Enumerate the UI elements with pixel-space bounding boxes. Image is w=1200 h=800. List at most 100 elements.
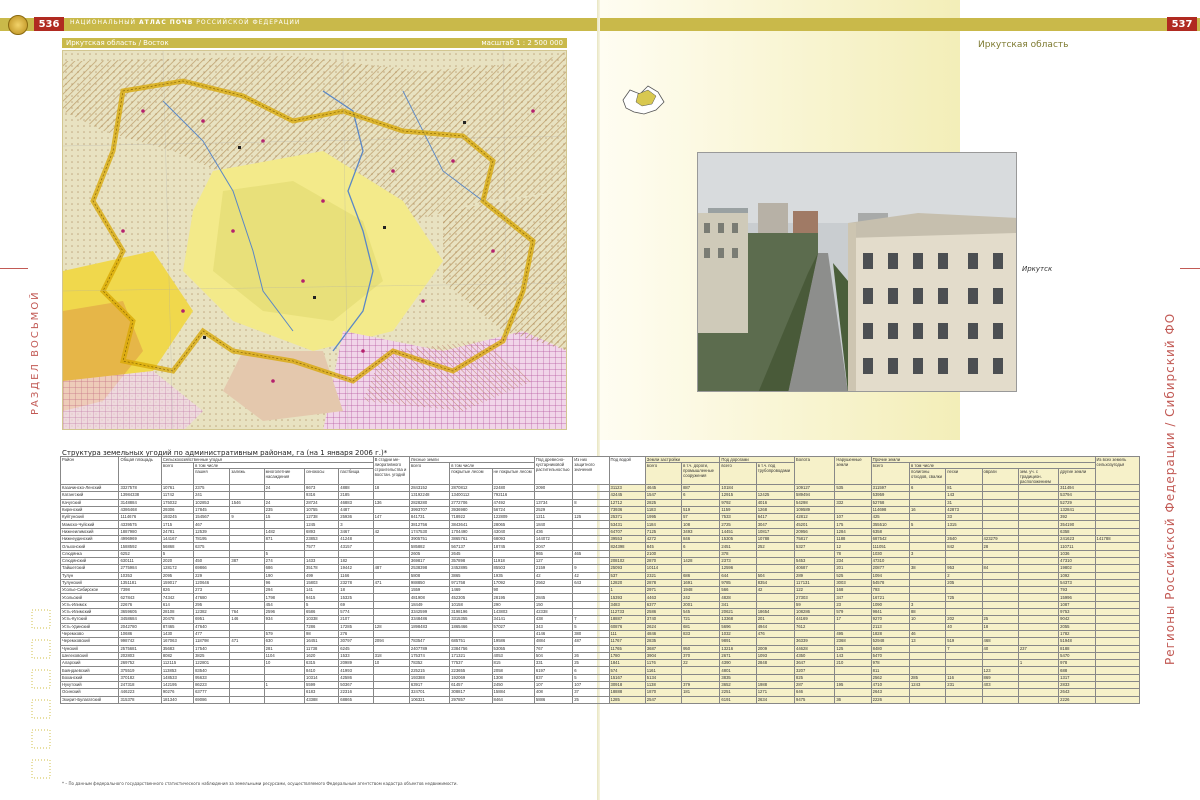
value-cell: 10686 xyxy=(118,629,162,639)
th-district: Район xyxy=(60,456,120,485)
value-cell: 5599 xyxy=(303,680,340,690)
value-cell: 25936 xyxy=(338,513,374,522)
table-row: Тайшетский 2775984 128172 69866 686 35178 1944… xyxy=(60,564,1140,573)
series-suffix: РОССИЙСКОЙ ФЕДЕРАЦИИ xyxy=(196,19,301,26)
value-cell: 33 xyxy=(945,513,983,522)
value-cell: 143 xyxy=(834,651,872,661)
value-cell: 2624 xyxy=(644,622,683,631)
district-name-cell: Тулунский xyxy=(60,578,120,588)
value-cell: 112115 xyxy=(160,659,195,668)
section-label-vertical: РАЗДЕЛ ВОСЬМОЙ xyxy=(30,285,44,415)
value-cell: 380 xyxy=(572,629,610,639)
value-cell: 73936 xyxy=(608,505,646,515)
district-name-cell: Усольский xyxy=(60,593,120,602)
value-cell xyxy=(755,556,796,566)
table-row: Усть-Удинский 2042780 87465 47640 7286 17285 1… xyxy=(60,622,1140,631)
value-cell: 53959 xyxy=(870,491,910,500)
value-cell: 171321 xyxy=(449,651,493,661)
value-cell xyxy=(681,695,721,704)
value-cell: 2971 xyxy=(644,586,683,595)
value-cell: 2833 xyxy=(1058,680,1096,690)
value-cell xyxy=(945,608,983,617)
value-cell: 12738 xyxy=(303,513,340,522)
value-cell: 467 xyxy=(193,520,231,529)
value-cell xyxy=(229,491,265,500)
value-cell: 74342 xyxy=(160,593,195,602)
value-cell: 1094 xyxy=(870,571,910,580)
district-name-cell: Казачинско-Ленский xyxy=(60,483,120,493)
table-row: Баяндаевский 375519 113853 83540 8410 41993 22… xyxy=(60,666,1140,675)
value-cell: 28724 xyxy=(303,498,340,507)
value-cell: 3936980 xyxy=(449,505,493,515)
value-cell xyxy=(1094,513,1140,522)
series-title: НАЦИОНАЛЬНЫЙ АТЛАС ПОЧВ РОССИЙСКОЙ ФЕДЕР… xyxy=(70,19,300,26)
value-cell: 15884 xyxy=(491,688,535,697)
value-cell: 285 xyxy=(908,673,947,683)
value-cell: 1183 xyxy=(644,505,683,515)
value-cell xyxy=(372,608,410,617)
value-cell xyxy=(981,556,1019,566)
value-cell: 793 xyxy=(870,586,910,595)
value-cell: 15325 xyxy=(338,593,374,602)
value-cell: 934 xyxy=(263,615,305,624)
value-cell: 10761 xyxy=(160,483,195,493)
value-cell: 16451 xyxy=(303,637,340,646)
district-name-cell: Чунский xyxy=(60,644,120,653)
table-row: Ольхонский 1588592 56868 6375 7577 43157 58588… xyxy=(60,542,1140,551)
value-cell: 23278 xyxy=(338,578,374,588)
value-cell: 815 xyxy=(491,659,535,668)
value-cell: 40 xyxy=(981,644,1019,653)
value-cell: 36339 xyxy=(794,637,836,646)
value-cell: 28065 xyxy=(491,520,535,529)
value-cell: 4828 xyxy=(719,593,757,602)
value-cell: 4710 xyxy=(870,680,910,690)
th-sands: пески xyxy=(945,468,983,485)
value-cell: 2596 xyxy=(263,608,305,617)
table-row: Нукутский 247318 142195 86223 1 5599 50367 6391… xyxy=(60,680,1140,690)
value-cell: 468 xyxy=(981,637,1019,646)
header-strip-right xyxy=(600,18,1200,31)
value-cell: 42445 xyxy=(608,491,646,500)
value-cell: 9841 xyxy=(870,608,910,617)
value-cell: 4888 xyxy=(338,483,374,493)
th-built-total: всего xyxy=(644,462,683,485)
value-cell: 1036 xyxy=(1058,549,1096,558)
value-cell: 499 xyxy=(303,571,340,580)
value-cell: 247318 xyxy=(118,680,162,690)
value-cell: 109127 xyxy=(794,483,836,493)
value-cell xyxy=(1094,520,1140,529)
value-cell: 35178 xyxy=(303,564,340,573)
value-cell xyxy=(572,505,610,515)
value-cell: 60876 xyxy=(608,622,646,631)
table-row: Тулунский 1351181 159017 120646 96 15803 23278… xyxy=(60,578,1140,588)
value-cell xyxy=(908,498,947,507)
value-cell: 175 xyxy=(834,520,872,529)
value-cell: 252 xyxy=(755,542,796,551)
section-label: РАЗДЕЛ ВОСЬМОЙ xyxy=(30,290,41,415)
value-cell: 117131 xyxy=(794,578,836,588)
value-cell: 1176 xyxy=(644,659,683,668)
value-cell: 3835 xyxy=(719,673,757,683)
value-cell: 842 xyxy=(945,542,983,551)
value-cell: 2020 xyxy=(160,556,195,566)
value-cell: 375519 xyxy=(118,666,162,675)
value-cell: 9042 xyxy=(1058,615,1096,624)
table-row: Чунский 2575681 35683 17540 281 11738 6245 2407… xyxy=(60,644,1140,653)
value-cell: 11918 xyxy=(491,556,535,566)
value-cell: 4645 xyxy=(644,483,683,493)
value-cell: 6 xyxy=(572,666,610,675)
value-cell: 3207 xyxy=(794,666,836,675)
value-cell: 686 xyxy=(681,571,721,580)
page-number-right: 537 xyxy=(1167,17,1197,31)
value-cell: 11767 xyxy=(608,637,646,646)
value-cell: 13400112 xyxy=(449,491,493,500)
value-cell: 10 xyxy=(908,615,947,624)
district-name-cell: Черемхово xyxy=(60,629,120,639)
value-cell xyxy=(263,666,305,675)
value-cell: 111051 xyxy=(870,542,910,551)
value-cell: 4339575 xyxy=(118,520,162,529)
value-cell: 13216 xyxy=(719,644,757,653)
table-body: Казачинско-Ленский 3327578 10761 2375 24 8673… xyxy=(60,483,1140,704)
value-cell xyxy=(681,498,721,507)
value-cell: 369817 xyxy=(408,556,451,566)
